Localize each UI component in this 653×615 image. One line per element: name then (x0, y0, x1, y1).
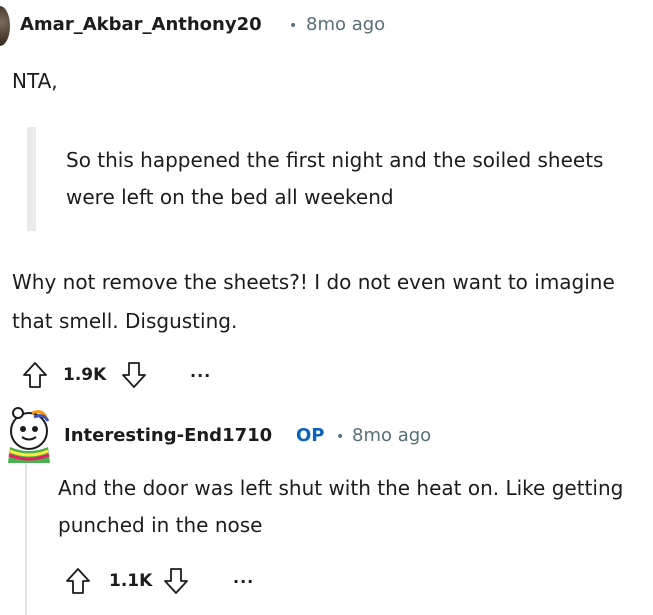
downvote-icon[interactable] (163, 567, 189, 595)
comment-author[interactable]: Amar_Akbar_Anthony20 (20, 14, 262, 35)
more-options-icon[interactable]: ... (233, 568, 254, 587)
comment-timestamp[interactable]: 8mo ago (352, 425, 431, 446)
comment-timestamp[interactable]: 8mo ago (306, 14, 385, 35)
vote-count: 1.9K (63, 365, 107, 385)
comment-text: Why not remove the sheets?! I do not eve… (12, 270, 615, 333)
downvote-icon[interactable] (121, 361, 147, 389)
blockquote-bar (27, 127, 36, 231)
vote-count: 1.1K (109, 571, 153, 591)
comment-author[interactable]: Interesting-End1710 (64, 425, 272, 446)
comment-text: And the door was left shut with the heat… (58, 476, 624, 537)
meta-separator: • (336, 429, 345, 445)
comment-text-intro: NTA, (12, 69, 58, 93)
op-badge: OP (296, 425, 325, 446)
upvote-icon[interactable] (65, 567, 91, 595)
avatar[interactable] (2, 405, 56, 467)
thread-line[interactable] (25, 462, 27, 615)
blockquote-text: So this happened the first night and the… (66, 148, 604, 209)
more-options-icon[interactable]: ... (190, 362, 211, 381)
avatar[interactable] (0, 6, 10, 46)
meta-separator: • (289, 18, 298, 34)
upvote-icon[interactable] (22, 361, 48, 389)
